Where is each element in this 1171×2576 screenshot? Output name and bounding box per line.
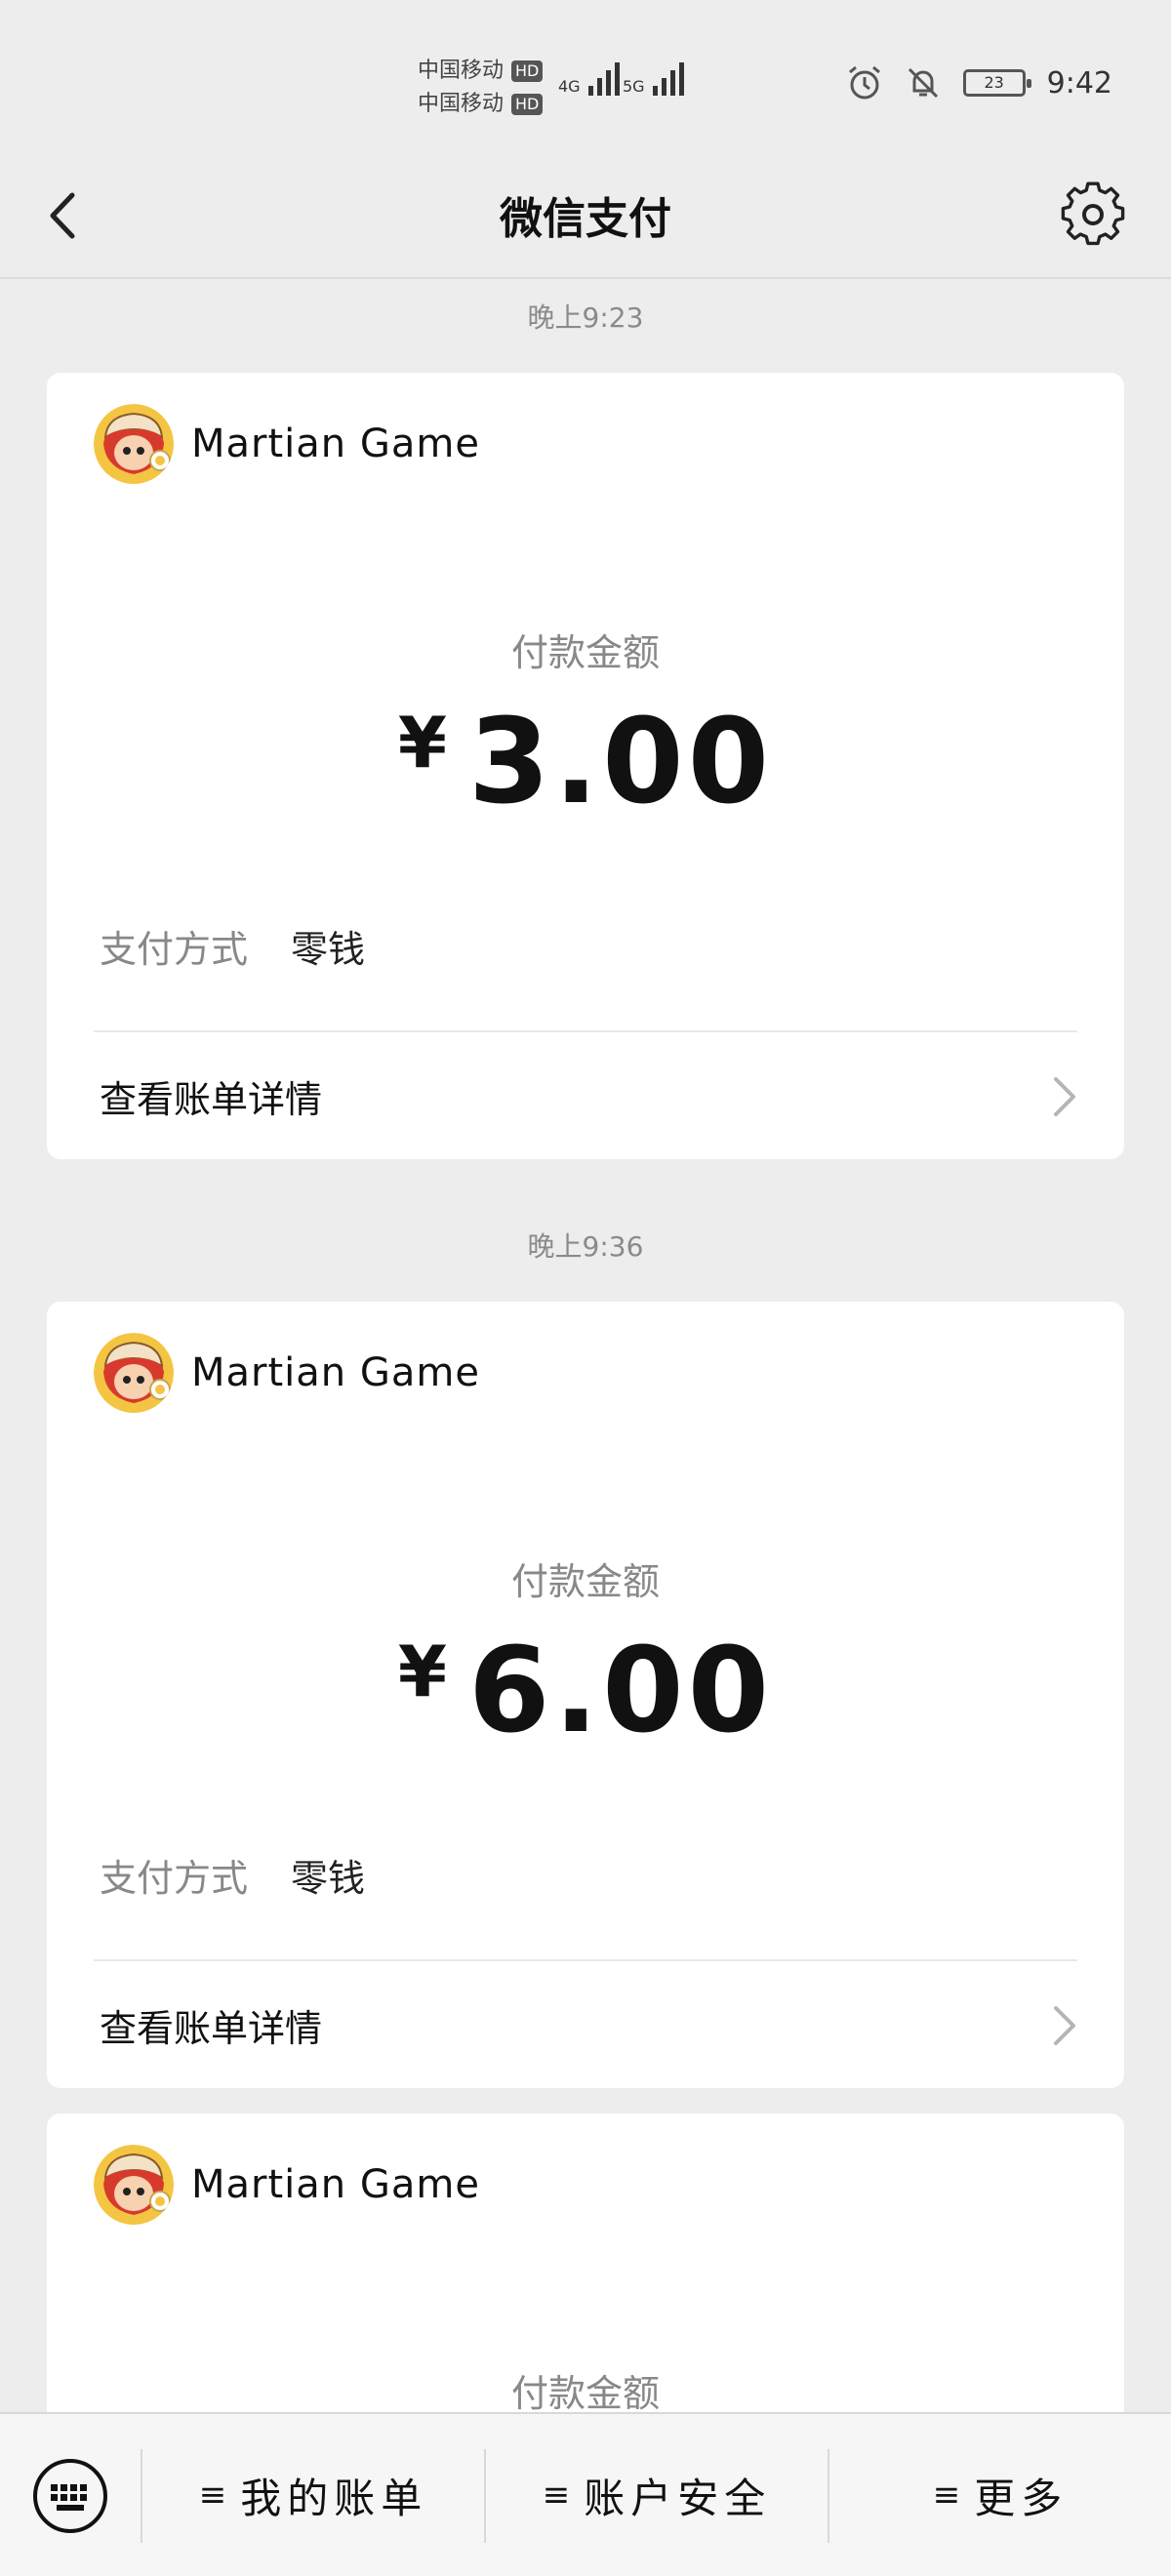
view-bill-details-label: 查看账单详情 — [100, 2007, 323, 2050]
merchant-avatar — [94, 404, 174, 484]
page-title: 微信支付 — [500, 194, 671, 244]
currency-symbol: ¥ — [397, 1630, 448, 1712]
chevron-right-icon — [1054, 2006, 1075, 2045]
menu-list-icon: ≡ — [542, 2475, 571, 2515]
wechat-pay-screen: 中国移动 HD 中国移动 HD 4G 5G 23 9:42 微信支付 晚上9:2… — [0, 0, 1171, 2576]
message-time: 晚上9:23 — [527, 302, 644, 334]
pay-method-label: 支付方式 — [100, 1857, 249, 1900]
merchant-avatar — [94, 1333, 174, 1413]
amount-label: 付款金额 — [510, 631, 660, 674]
nav-bar: 微信支付 — [0, 156, 1171, 279]
keyboard-toggle-button[interactable] — [0, 2414, 141, 2576]
pay-method-row: 支付方式 零钱 — [100, 919, 365, 973]
status-bar: 中国移动 HD 中国移动 HD 4G 5G 23 9:42 — [0, 0, 1171, 156]
hd-badge: HD — [511, 94, 544, 115]
battery-icon: 23 — [962, 69, 1031, 97]
merchant-header: Martian Game — [94, 1333, 480, 1413]
view-bill-details-label: 查看账单详情 — [100, 1078, 323, 1121]
status-time: 9:42 — [1046, 65, 1112, 101]
status-icons: 23 9:42 — [846, 64, 1112, 101]
merchant-name: Martian Game — [191, 422, 480, 466]
merchant-header: Martian Game — [94, 2145, 480, 2225]
signal-4g-icon: 4G — [558, 62, 620, 96]
view-bill-details-link[interactable]: 查看账单详情 — [47, 1032, 1124, 1159]
merchant-avatar — [94, 2145, 174, 2225]
net-4g-label: 4G — [558, 77, 581, 96]
settings-gear-icon[interactable] — [1054, 176, 1132, 254]
amount-label: 付款金额 — [510, 1560, 660, 1603]
bell-muted-icon — [908, 67, 938, 99]
signal-5g-icon: 5G — [623, 62, 684, 96]
menu-account-security[interactable]: ≡ 账户安全 — [486, 2414, 828, 2576]
pay-method-value: 零钱 — [291, 1857, 366, 1900]
merchant-name: Martian Game — [191, 1350, 480, 1395]
pay-method-label: 支付方式 — [100, 928, 249, 971]
alarm-icon — [848, 65, 880, 100]
menu-more[interactable]: ≡ 更多 — [829, 2414, 1171, 2576]
menu-list-icon: ≡ — [932, 2475, 961, 2515]
keyboard-icon — [33, 2459, 107, 2533]
menu-more-label: 更多 — [974, 2474, 1069, 2522]
merchant-header: Martian Game — [94, 404, 480, 484]
net-5g-label: 5G — [623, 77, 645, 96]
menu-list-icon: ≡ — [198, 2475, 227, 2515]
amount-value: 6.00 — [468, 1624, 774, 1759]
merchant-name: Martian Game — [191, 2162, 480, 2207]
hd-badge: HD — [511, 60, 544, 82]
view-bill-details-link[interactable]: 查看账单详情 — [47, 1961, 1124, 2088]
amount-value: 3.00 — [468, 695, 774, 830]
menu-account-security-label: 账户安全 — [584, 2474, 772, 2522]
carrier-info: 中国移动 HD 中国移动 HD — [418, 55, 544, 121]
menu-my-bills[interactable]: ≡ 我的账单 — [142, 2414, 484, 2576]
currency-symbol: ¥ — [397, 702, 448, 784]
carrier-1-label: 中国移动 — [418, 59, 505, 83]
pay-method-value: 零钱 — [291, 928, 366, 971]
amount-label: 付款金额 — [510, 2372, 660, 2415]
message-time: 晚上9:36 — [527, 1230, 644, 1263]
bottom-menu-bar: ≡ 我的账单 ≡ 账户安全 ≡ 更多 — [0, 2412, 1171, 2576]
carrier-2-label: 中国移动 — [418, 92, 505, 116]
chevron-right-icon — [1054, 1077, 1075, 1116]
menu-my-bills-label: 我的账单 — [240, 2474, 428, 2522]
payment-amount: ¥6.00 — [47, 1624, 1124, 1759]
payment-card: Martian Game 付款金额 ¥6.00 支付方式 零钱 查看账单详情 — [47, 1302, 1124, 2088]
payment-amount: ¥3.00 — [47, 695, 1124, 830]
pay-method-row: 支付方式 零钱 — [100, 1848, 365, 1902]
payment-card: Martian Game 付款金额 ¥3.00 支付方式 零钱 查看账单详情 — [47, 373, 1124, 1159]
